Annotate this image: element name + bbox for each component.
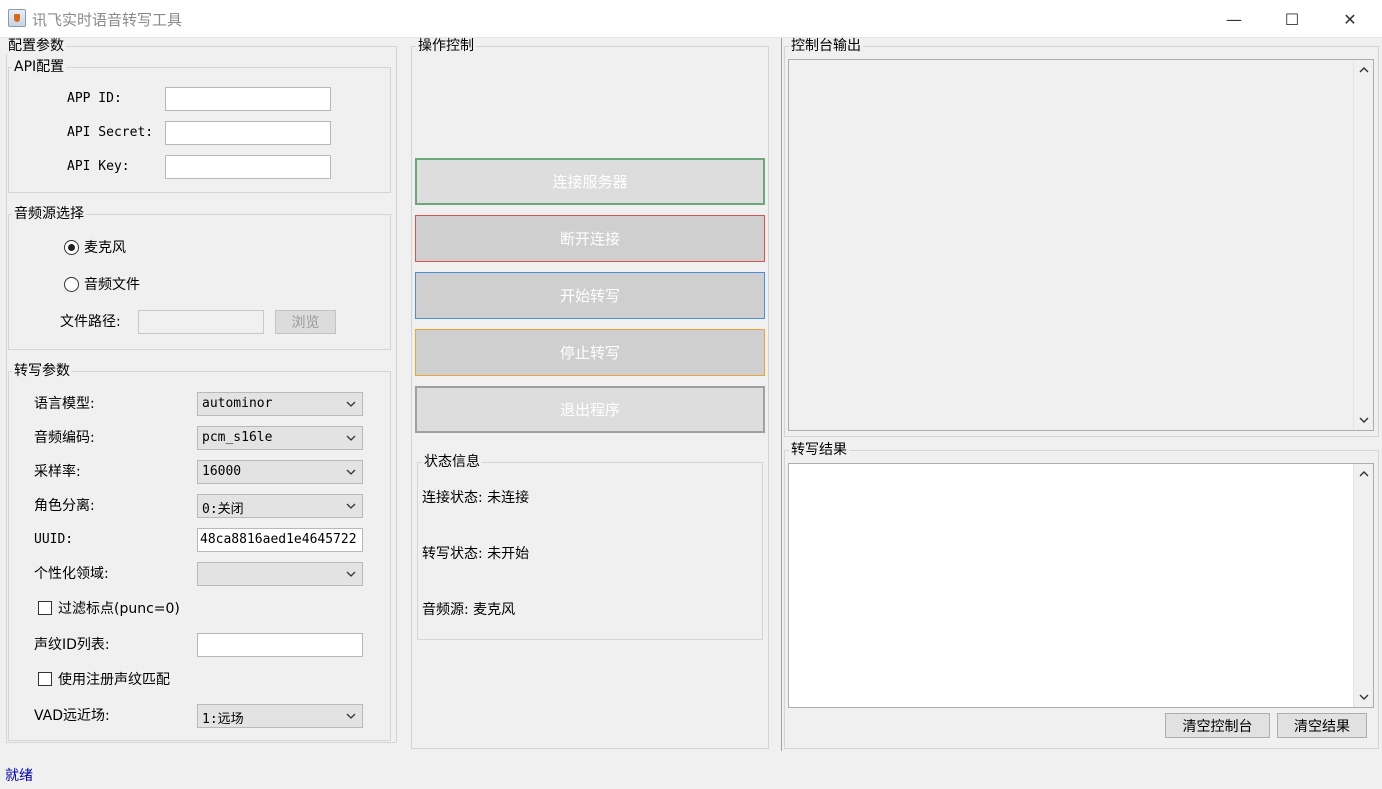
chevron-down-icon: [346, 435, 356, 441]
file-path-input[interactable]: [138, 310, 264, 334]
scroll-up-icon[interactable]: [1354, 62, 1374, 78]
status-info-title: 状态信息: [422, 454, 482, 470]
scroll-down-icon[interactable]: [1354, 412, 1374, 428]
disconnect-button[interactable]: 断开连接: [415, 215, 765, 262]
close-button[interactable]: ✕: [1321, 0, 1379, 38]
chevron-down-icon: [346, 713, 356, 719]
audio-encoding-label: 音频编码:: [34, 430, 95, 446]
role-separation-value: 0:关闭: [202, 502, 244, 517]
result-scrollbar[interactable]: [1353, 464, 1373, 707]
api-key-input[interactable]: [165, 155, 331, 179]
use-voiceprint-label[interactable]: 使用注册声纹匹配: [58, 671, 170, 689]
transcription-result-area[interactable]: [788, 463, 1374, 708]
start-transcription-button[interactable]: 开始转写: [415, 272, 765, 319]
language-model-label: 语言模型:: [34, 396, 95, 412]
api-key-label: API Key:: [67, 159, 130, 174]
api-config-title: API配置: [12, 59, 67, 75]
sample-rate-select[interactable]: 16000: [197, 460, 363, 484]
api-secret-label: API Secret:: [67, 125, 154, 140]
language-model-select[interactable]: autominor: [197, 392, 363, 416]
audio-encoding-value: pcm_s16le: [202, 430, 273, 445]
file-path-label: 文件路径:: [60, 314, 121, 330]
minimize-button[interactable]: —: [1205, 0, 1263, 38]
uuid-value: 48ca8816aed1e4645722: [200, 532, 357, 547]
vad-label: VAD远近场:: [34, 708, 110, 724]
chevron-down-icon: [346, 571, 356, 577]
control-panel-title: 操作控制: [416, 38, 476, 54]
vad-select[interactable]: 1:远场: [197, 704, 363, 728]
connection-status-text: 连接状态: 未连接: [422, 490, 530, 506]
domain-select[interactable]: [197, 562, 363, 586]
uuid-label: UUID:: [34, 532, 74, 547]
audio-encoding-select[interactable]: pcm_s16le: [197, 426, 363, 450]
console-scrollbar[interactable]: [1353, 60, 1373, 430]
use-voiceprint-checkbox[interactable]: [38, 672, 52, 686]
transcription-status-text: 转写状态: 未开始: [422, 546, 530, 562]
chevron-down-icon: [346, 469, 356, 475]
clear-result-button[interactable]: 清空结果: [1277, 713, 1367, 738]
scroll-up-icon[interactable]: [1354, 466, 1374, 482]
scroll-down-icon[interactable]: [1354, 689, 1374, 705]
voiceprint-ids-input[interactable]: [197, 633, 363, 657]
vad-value: 1:远场: [202, 712, 244, 727]
filter-punc-checkbox[interactable]: [38, 601, 52, 615]
splitter[interactable]: [781, 38, 782, 751]
browse-button[interactable]: 浏览: [275, 310, 336, 334]
audio-source-status-text: 音频源: 麦克风: [422, 602, 516, 618]
console-output-area[interactable]: [788, 59, 1374, 431]
role-separation-select[interactable]: 0:关闭: [197, 494, 363, 518]
status-bar-text: 就绪: [5, 768, 33, 784]
window-title: 讯飞实时语音转写工具: [32, 11, 183, 29]
java-app-icon: [8, 9, 26, 27]
config-panel-title: 配置参数: [6, 38, 66, 54]
connect-server-button[interactable]: 连接服务器: [415, 158, 765, 205]
maximize-button[interactable]: ☐: [1263, 0, 1321, 38]
sample-rate-label: 采样率:: [34, 464, 81, 480]
app-id-label: APP ID:: [67, 91, 122, 106]
filter-punc-label[interactable]: 过滤标点(punc=0): [58, 600, 180, 618]
console-output-title: 控制台输出: [789, 38, 863, 54]
audio-file-radio[interactable]: [64, 277, 79, 292]
chevron-down-icon: [346, 401, 356, 407]
audio-source-title: 音频源选择: [12, 206, 86, 222]
language-model-value: autominor: [202, 396, 273, 411]
app-id-input[interactable]: [165, 87, 331, 111]
transcription-result-title: 转写结果: [789, 442, 849, 458]
stop-transcription-button[interactable]: 停止转写: [415, 329, 765, 376]
exit-program-button[interactable]: 退出程序: [415, 386, 765, 433]
uuid-input[interactable]: 48ca8816aed1e4645722: [197, 528, 363, 552]
domain-label: 个性化领域:: [34, 566, 109, 582]
mic-radio-label[interactable]: 麦克风: [84, 239, 126, 257]
voiceprint-ids-label: 声纹ID列表:: [34, 637, 110, 653]
api-secret-input[interactable]: [165, 121, 331, 145]
audio-file-radio-label[interactable]: 音频文件: [84, 276, 140, 294]
chevron-down-icon: [346, 503, 356, 509]
mic-radio[interactable]: [64, 240, 79, 255]
clear-console-button[interactable]: 清空控制台: [1165, 713, 1270, 738]
sample-rate-value: 16000: [202, 464, 242, 479]
role-separation-label: 角色分离:: [34, 498, 95, 514]
title-bar: 讯飞实时语音转写工具 — ☐ ✕: [0, 0, 1382, 38]
transcribe-params-title: 转写参数: [12, 363, 72, 379]
